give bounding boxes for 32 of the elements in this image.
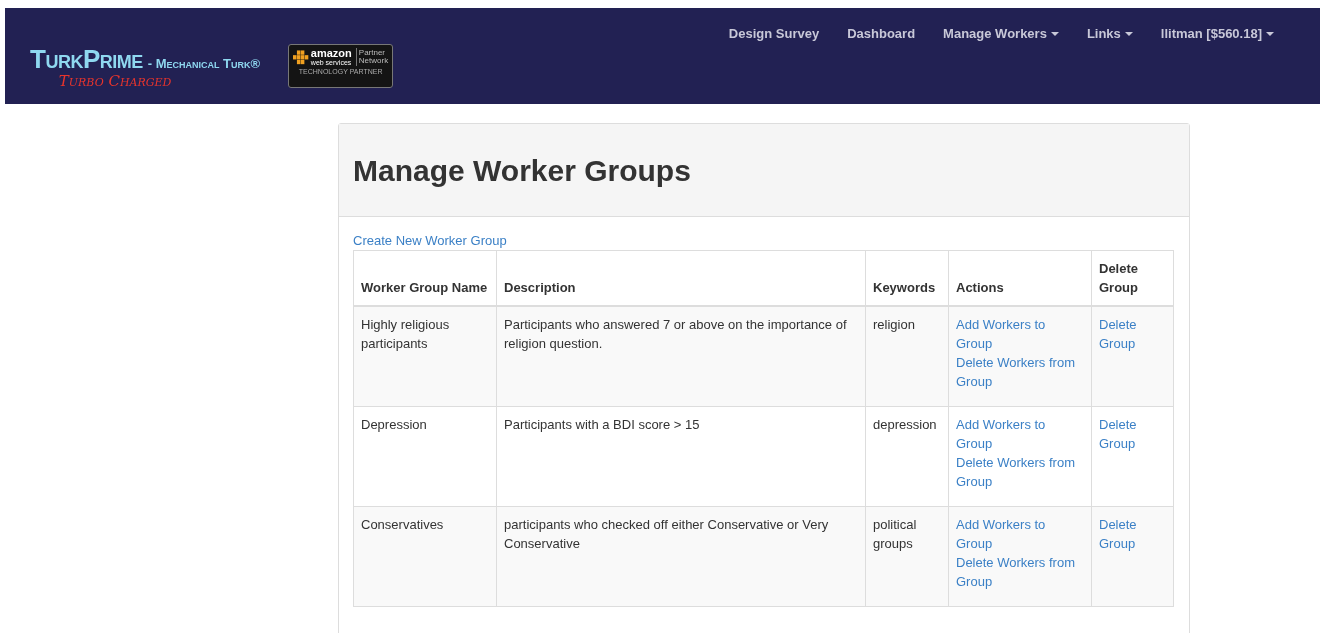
action-link[interactable]: Delete Workers from Group (956, 353, 1084, 391)
table-cell: Participants with a BDI score > 15 (496, 406, 866, 506)
create-group-link[interactable]: Create New Worker Group (353, 233, 1175, 248)
partner-label: Partner (358, 48, 387, 57)
table-cell: Participants who answered 7 or above on the importance of religion question. (496, 306, 866, 406)
logo-tagline: Turbo Charged (58, 72, 172, 90)
logo-subtitle: - Mechanical Turk® (147, 56, 261, 71)
action-link[interactable]: Delete Workers from Group (956, 552, 1084, 591)
action-link[interactable]: Add Workers to Group (956, 315, 1084, 353)
table-cell: political groups (865, 506, 949, 606)
table-cell: participants who checked off either Conservative or Very Conservative (496, 506, 866, 606)
nav-dropdown[interactable]: llitman [$560.18] (1146, 26, 1288, 41)
table-cell: Depression (353, 406, 497, 506)
caret-icon (1050, 31, 1059, 36)
logo-title[interactable]: TurkPrime (30, 44, 143, 75)
table-cell: religion (865, 306, 949, 406)
action-link[interactable]: Add Workers to Group (956, 414, 1084, 453)
nav-link[interactable]: Dashboard (833, 26, 930, 41)
caret-icon (1266, 31, 1274, 36)
caret-icon (1124, 31, 1133, 36)
nav-dropdown[interactable]: Links (1072, 26, 1147, 41)
table-cell: depression (865, 406, 949, 506)
cubes-icon (293, 49, 309, 65)
table-cell: Highly religious participants (353, 306, 497, 406)
table-cell: Conservatives (353, 506, 497, 606)
nav-link[interactable]: Design Survey (714, 26, 834, 41)
action-link[interactable]: Add Workers to Group (956, 514, 1084, 553)
nav-dropdown[interactable]: Manage Workers (929, 26, 1073, 41)
amazon-label: amazon (310, 48, 352, 59)
page-title: Manage Worker Groups (353, 154, 692, 188)
action-link[interactable]: Delete Workers from Group (956, 452, 1084, 491)
network-label: Network (358, 57, 389, 66)
